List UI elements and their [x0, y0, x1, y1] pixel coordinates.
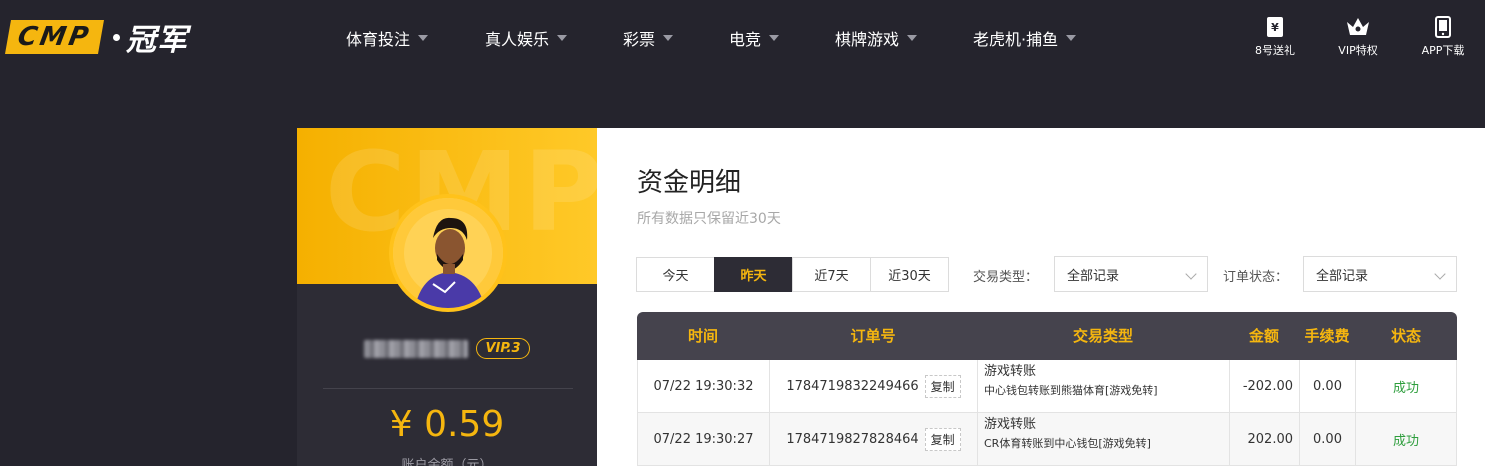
- column-header-order-no: 订单号: [850, 327, 896, 345]
- nav-item-lottery[interactable]: 彩票: [623, 26, 674, 50]
- nav-item-live-casino[interactable]: 真人娱乐: [485, 26, 568, 50]
- brand-logo[interactable]: CMP 冠军: [5, 20, 188, 58]
- profile-panel: CMP VIP.3 ¥ 0.59 账户余额（元）: [297, 128, 597, 466]
- vip-level-badge: VIP.3: [476, 338, 530, 359]
- cell-amount: 202.00: [1229, 413, 1299, 466]
- nav-label: 棋牌游戏: [835, 30, 900, 49]
- cell-type: 游戏转账 中心钱包转账到熊猫体育[游戏免转]: [977, 360, 1229, 413]
- logo-letters: CMP: [5, 20, 105, 54]
- account-balance: ¥ 0.59: [389, 404, 505, 445]
- copy-button[interactable]: 复制: [924, 375, 961, 398]
- copy-button[interactable]: 复制: [924, 428, 961, 451]
- chevron-down-icon: [1185, 268, 1197, 280]
- cell-status: 成功: [1355, 360, 1457, 413]
- nav-item-card-games[interactable]: 棋牌游戏: [835, 26, 918, 50]
- order-number: 1784719827828464: [786, 432, 919, 447]
- transaction-type-value: 全部记录: [1067, 268, 1120, 284]
- chevron-down-icon: [663, 35, 674, 41]
- chevron-down-icon: [1066, 35, 1077, 41]
- quick-link-label: VIP特权: [1338, 44, 1378, 57]
- gift-ticket-icon: ¥: [1267, 17, 1283, 37]
- type-main: 游戏转账: [984, 417, 1037, 432]
- column-header-amount: 金额: [1248, 327, 1279, 345]
- cell-order-no: 1784719832249466 复制: [769, 360, 977, 413]
- logo-dot: [113, 33, 121, 41]
- chevron-down-icon: [907, 35, 918, 41]
- page-title: 资金明细: [637, 168, 742, 198]
- quick-link-app[interactable]: APP下载: [1408, 16, 1478, 58]
- order-status-select[interactable]: 全部记录: [1303, 256, 1457, 292]
- tab-last-30-days[interactable]: 近30天: [870, 257, 949, 292]
- date-range-tabs: 今天 昨天 近7天 近30天: [636, 257, 949, 292]
- nav-label: 彩票: [623, 30, 656, 49]
- username-row: VIP.3: [297, 338, 597, 359]
- chevron-down-icon: [1434, 268, 1446, 280]
- tab-last-7-days[interactable]: 近7天: [792, 257, 871, 292]
- avatar-portrait-icon: [393, 198, 503, 308]
- chevron-down-icon: [769, 35, 780, 41]
- column-header-type: 交易类型: [1072, 327, 1133, 345]
- quick-link-gift[interactable]: ¥ 8号送礼: [1240, 16, 1310, 58]
- type-detail: 中心钱包转账到熊猫体育[游戏免转]: [984, 384, 1158, 397]
- cell-amount: -202.00: [1229, 360, 1299, 413]
- order-status-label: 订单状态：: [1223, 270, 1289, 285]
- type-main: 游戏转账: [984, 364, 1037, 379]
- page-subtitle: 所有数据只保留近30天: [637, 211, 781, 227]
- order-status-value: 全部记录: [1316, 268, 1369, 284]
- nav-label: 老虎机·捕鱼: [973, 30, 1059, 49]
- transaction-type-select[interactable]: 全部记录: [1054, 256, 1208, 292]
- cell-time: 07/22 19:30:32: [637, 360, 769, 413]
- top-navigation-bar: CMP 冠军 体育投注 真人娱乐 彩票 电竞 棋牌游戏 老虎机·捕鱼 ¥ 8号送…: [0, 0, 1485, 80]
- cell-time: 07/22 19:30:27: [637, 413, 769, 466]
- column-header-time: 时间: [687, 327, 718, 345]
- account-balance-label: 账户余额（元）: [401, 458, 493, 466]
- nav-item-slots-fishing[interactable]: 老虎机·捕鱼: [973, 26, 1077, 50]
- chevron-down-icon: [557, 35, 568, 41]
- avatar[interactable]: [389, 194, 507, 312]
- fund-details-panel: 资金明细 所有数据只保留近30天 今天 昨天 近7天 近30天 交易类型： 全部…: [597, 128, 1485, 466]
- transaction-type-label: 交易类型：: [973, 270, 1039, 285]
- tab-yesterday[interactable]: 昨天: [714, 257, 793, 292]
- type-detail: CR体育转账到中心钱包[游戏免转]: [984, 437, 1151, 450]
- nav-item-esports[interactable]: 电竞: [729, 26, 780, 50]
- table-row: 07/22 19:30:27 1784719827828464 复制 游戏转账 …: [637, 413, 1457, 466]
- column-header-status: 状态: [1390, 327, 1421, 345]
- order-number: 1784719832249466: [786, 379, 919, 394]
- column-header-fee: 手续费: [1304, 327, 1350, 345]
- nav-label: 真人娱乐: [485, 30, 550, 49]
- fund-details-table: 时间 订单号 交易类型 金额 手续费 状态 07/22 19:30:32 178…: [637, 312, 1457, 466]
- profile-divider: [323, 388, 573, 389]
- crown-icon: [1347, 18, 1369, 35]
- nav-label: 体育投注: [346, 30, 411, 49]
- cell-type: 游戏转账 CR体育转账到中心钱包[游戏免转]: [977, 413, 1229, 466]
- cell-status: 成功: [1355, 413, 1457, 466]
- tab-today[interactable]: 今天: [636, 257, 715, 292]
- table-header: 时间 订单号 交易类型 金额 手续费 状态: [637, 312, 1457, 360]
- cell-order-no: 1784719827828464 复制: [769, 413, 977, 466]
- svg-text:¥: ¥: [1271, 21, 1279, 34]
- logo-chinese: 冠军: [126, 23, 189, 58]
- phone-icon: [1435, 16, 1451, 38]
- quick-link-label: APP下载: [1421, 44, 1465, 57]
- nav-item-sports[interactable]: 体育投注: [346, 26, 429, 50]
- cell-fee: 0.00: [1299, 360, 1355, 413]
- table-row: 07/22 19:30:32 1784719832249466 复制 游戏转账 …: [637, 360, 1457, 413]
- quick-link-label: 8号送礼: [1255, 44, 1295, 57]
- quick-link-vip[interactable]: VIP特权: [1323, 16, 1393, 58]
- nav-label: 电竞: [729, 30, 762, 49]
- username-blurred: [364, 339, 469, 358]
- chevron-down-icon: [418, 35, 429, 41]
- cell-fee: 0.00: [1299, 413, 1355, 466]
